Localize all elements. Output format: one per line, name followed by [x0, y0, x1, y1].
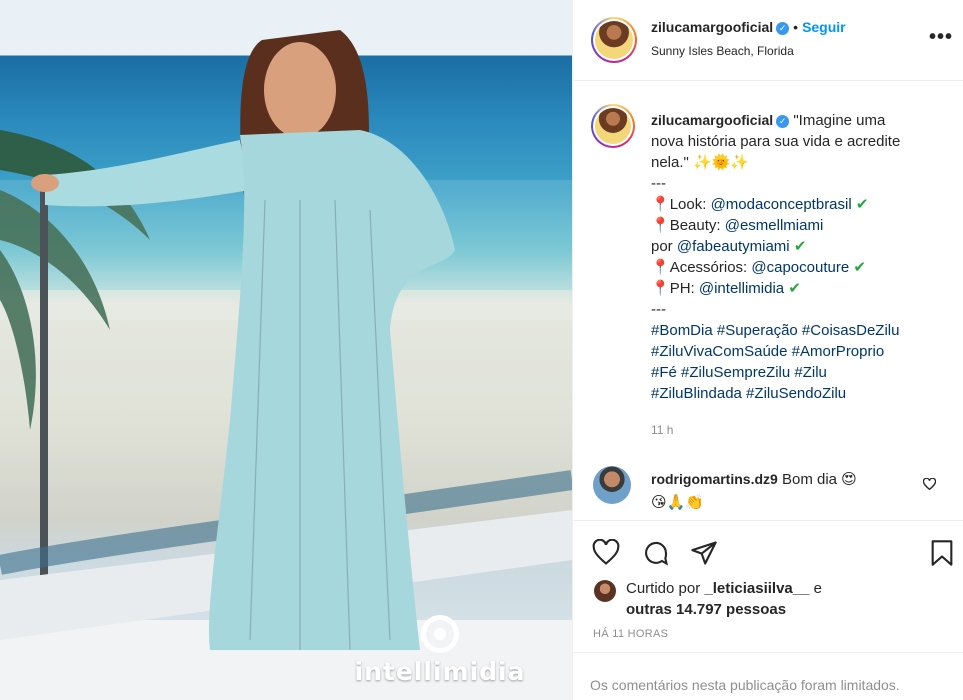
- comment-body: rodrigomartins.dz9 Bom dia 😍 😘🙏👏: [651, 468, 931, 514]
- caption-time[interactable]: 11 h: [651, 423, 673, 437]
- liker-avatar[interactable]: [594, 580, 616, 602]
- caption-quote-3: nela.": [651, 154, 689, 171]
- ph-label: PH:: [669, 280, 699, 297]
- ph-link[interactable]: @intellimidia: [699, 280, 784, 297]
- comments-footer: Os comentários nesta publicação foram li…: [573, 652, 963, 700]
- accessories-link[interactable]: @capocouture: [751, 259, 849, 276]
- check-icon: ✔: [793, 238, 807, 255]
- likes-others-link[interactable]: outras 14.797 pessoas: [626, 601, 786, 618]
- post-side-panel: zilucamargooficial ✓ • Seguir Sunny Isles B…: [572, 0, 963, 700]
- comments-limited-text: Os comentários nesta publicação foram li…: [590, 677, 900, 693]
- like-comment-heart-icon[interactable]: [922, 477, 937, 491]
- watermark-logo: intellimidia: [350, 615, 530, 686]
- caption-username[interactable]: zilucamargooficial: [651, 112, 773, 128]
- beauty-label: Beauty:: [669, 217, 725, 234]
- pin-icon: 📍: [651, 196, 670, 213]
- comment-emojis: 😘🙏👏: [651, 493, 704, 511]
- check-icon: ✔: [853, 259, 866, 276]
- por-link[interactable]: @fabeautymiami: [677, 238, 790, 255]
- like-heart-icon[interactable]: [591, 538, 621, 570]
- separator-dot: •: [793, 19, 799, 35]
- avatar: [595, 21, 633, 59]
- watermark-mark: [421, 615, 459, 653]
- photo-scene: [0, 30, 572, 700]
- avatar: [595, 108, 631, 144]
- commenter-avatar[interactable]: [593, 466, 631, 504]
- pin-icon: 📍: [651, 259, 670, 276]
- verified-badge-icon: ✓: [776, 115, 790, 128]
- caption-text: zilucamargooficial ✓ "Imagine uma nova hi…: [651, 110, 951, 404]
- check-icon: ✔: [788, 280, 801, 297]
- caption-separator: ---: [651, 175, 666, 192]
- comment-bubble-icon[interactable]: [641, 539, 671, 570]
- post-header: zilucamargooficial ✓ • Seguir Sunny Isles B…: [573, 0, 963, 81]
- story-ring[interactable]: [591, 17, 637, 63]
- look-label: Look:: [669, 196, 711, 213]
- liked-by-text: Curtido por _leticiasiilva__ e outras 14…: [626, 578, 946, 620]
- caption-separator: ---: [651, 301, 666, 318]
- hashtags-line[interactable]: #ZiluVivaComSaúde #AmorProprio: [651, 341, 951, 362]
- pin-icon: 📍: [651, 217, 670, 234]
- sparkle-sun-emoji: ✨🌞✨: [693, 153, 750, 171]
- liked-joiner: e: [809, 580, 822, 597]
- accessories-label: Acessórios:: [669, 259, 752, 276]
- caption-quote-1: "Imagine uma: [793, 112, 886, 129]
- follow-button[interactable]: Seguir: [802, 19, 846, 35]
- share-paper-plane-icon[interactable]: [689, 539, 719, 570]
- liker-username[interactable]: _leticiasiilva__: [704, 580, 809, 597]
- look-link[interactable]: @modaconceptbrasil: [711, 196, 852, 213]
- save-bookmark-icon[interactable]: [929, 539, 955, 570]
- caption-quote-2: nova história para sua vida e acredite: [651, 133, 901, 150]
- por-label: por: [651, 238, 677, 255]
- caption-avatar[interactable]: [591, 104, 635, 148]
- post-actions: [573, 520, 963, 580]
- verified-badge-icon: ✓: [776, 22, 790, 35]
- comment-username[interactable]: rodrigomartins.dz9: [651, 471, 778, 487]
- hashtags-line[interactable]: #Fé #ZiluSempreZilu #Zilu: [651, 362, 951, 383]
- more-options-icon[interactable]: •••: [929, 26, 953, 49]
- location-link[interactable]: Sunny Isles Beach, Florida: [651, 44, 794, 58]
- hashtags-line[interactable]: #BomDia #Superação #CoisasDeZilu: [651, 320, 951, 341]
- post-photo[interactable]: intellimidia: [0, 0, 572, 700]
- header-user: zilucamargooficial ✓ • Seguir: [651, 19, 846, 35]
- watermark-text: intellimidia: [354, 657, 526, 686]
- check-icon: ✔: [855, 196, 869, 213]
- heart-eyes-emoji: 😍: [841, 470, 857, 488]
- liked-prefix: Curtido por: [626, 580, 705, 597]
- hashtags-line[interactable]: #ZiluBlindada #ZiluSendoZilu: [651, 383, 951, 404]
- pin-icon: 📍: [651, 280, 670, 297]
- post-timestamp[interactable]: HÁ 11 HORAS: [593, 628, 668, 640]
- comment-text: Bom dia: [781, 471, 837, 488]
- beauty-link[interactable]: @esmellmiami: [725, 217, 824, 234]
- header-username[interactable]: zilucamargooficial: [651, 19, 773, 35]
